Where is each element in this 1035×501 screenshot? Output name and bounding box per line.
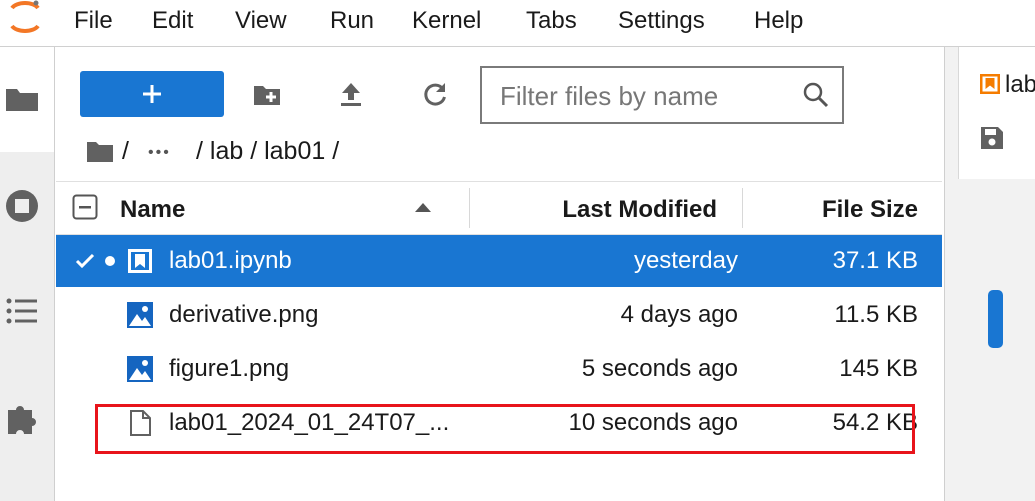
- notebook-icon: [128, 249, 152, 273]
- file-last-modified: 4 days ago: [620, 301, 738, 328]
- menu-help[interactable]: Help: [754, 7, 803, 35]
- right-panel: lab: [944, 47, 1035, 501]
- scrollbar-thumb[interactable]: [988, 290, 1003, 348]
- file-browser: / ••• / lab / lab01 / Name Last Modified…: [56, 47, 942, 501]
- menu-edit[interactable]: Edit: [152, 7, 193, 35]
- file-row-lab01-export[interactable]: lab01_2024_01_24T07_... 10 seconds ago 5…: [56, 397, 942, 449]
- notebook-tab-icon: [980, 74, 1000, 94]
- column-header-last-modified[interactable]: Last Modified: [562, 196, 717, 224]
- save-icon[interactable]: [979, 125, 1005, 151]
- filter-input[interactable]: [498, 78, 792, 114]
- file-row-figure1-png[interactable]: figure1.png 5 seconds ago 145 KB: [56, 343, 942, 395]
- column-header-file-size[interactable]: File Size: [822, 196, 918, 224]
- select-all-checkbox[interactable]: [72, 194, 98, 220]
- list-icon[interactable]: [4, 293, 40, 329]
- notebook-tab[interactable]: [958, 47, 1035, 179]
- menu-file[interactable]: File: [74, 7, 113, 35]
- menu-view[interactable]: View: [235, 7, 287, 35]
- new-folder-icon[interactable]: [252, 80, 282, 110]
- file-row-derivative-png[interactable]: derivative.png 4 days ago 11.5 KB: [56, 289, 942, 341]
- row-checkbox[interactable]: [72, 248, 98, 274]
- file-last-modified: 10 seconds ago: [568, 409, 738, 436]
- notebook-tab-label[interactable]: lab: [1005, 71, 1035, 99]
- image-file-icon: [127, 302, 153, 328]
- column-divider[interactable]: [742, 188, 743, 228]
- menu-settings[interactable]: Settings: [618, 7, 705, 35]
- file-name: lab01.ipynb: [169, 247, 292, 274]
- breadcrumb-path[interactable]: / lab / lab01 /: [196, 137, 339, 166]
- filter-search-box[interactable]: [480, 66, 844, 124]
- menu-tabs[interactable]: Tabs: [526, 7, 577, 35]
- file-name: lab01_2024_01_24T07_...: [169, 409, 450, 436]
- listing-header: Name Last Modified File Size: [56, 181, 942, 235]
- breadcrumb-root[interactable]: /: [122, 137, 129, 166]
- folder-home-icon[interactable]: [86, 139, 114, 165]
- column-header-name[interactable]: Name: [120, 196, 185, 224]
- left-sidebar: [0, 47, 55, 501]
- menu-run[interactable]: Run: [330, 7, 374, 35]
- file-size: 37.1 KB: [832, 247, 918, 274]
- file-name: figure1.png: [169, 355, 290, 382]
- file-last-modified: 5 seconds ago: [581, 355, 738, 382]
- puzzle-piece-icon[interactable]: [4, 400, 40, 436]
- menu-bar: File Edit View Run Kernel Tabs Settings …: [0, 0, 1035, 47]
- search-icon: [803, 82, 829, 108]
- menu-kernel[interactable]: Kernel: [412, 7, 481, 35]
- running-indicator-icon: [105, 256, 115, 266]
- jupyter-logo-icon[interactable]: [4, 0, 44, 40]
- stop-circle-icon[interactable]: [4, 188, 40, 224]
- file-last-modified: yesterday: [633, 247, 738, 274]
- file-size: 11.5 KB: [834, 301, 918, 328]
- sort-ascending-icon: [415, 203, 431, 212]
- refresh-icon[interactable]: [420, 80, 450, 110]
- file-row-lab01-ipynb[interactable]: lab01.ipynb yesterday 37.1 KB: [56, 235, 942, 287]
- column-divider[interactable]: [469, 188, 470, 228]
- file-name: derivative.png: [169, 301, 319, 328]
- image-file-icon: [127, 356, 153, 382]
- file-size: 145 KB: [839, 355, 918, 382]
- folder-icon[interactable]: [4, 81, 40, 117]
- upload-icon[interactable]: [336, 80, 366, 110]
- plus-icon: [143, 85, 161, 103]
- new-launcher-button[interactable]: [80, 71, 224, 117]
- generic-file-icon: [130, 410, 151, 436]
- breadcrumb-ellipsis[interactable]: •••: [148, 144, 171, 162]
- file-size: 54.2 KB: [832, 409, 918, 436]
